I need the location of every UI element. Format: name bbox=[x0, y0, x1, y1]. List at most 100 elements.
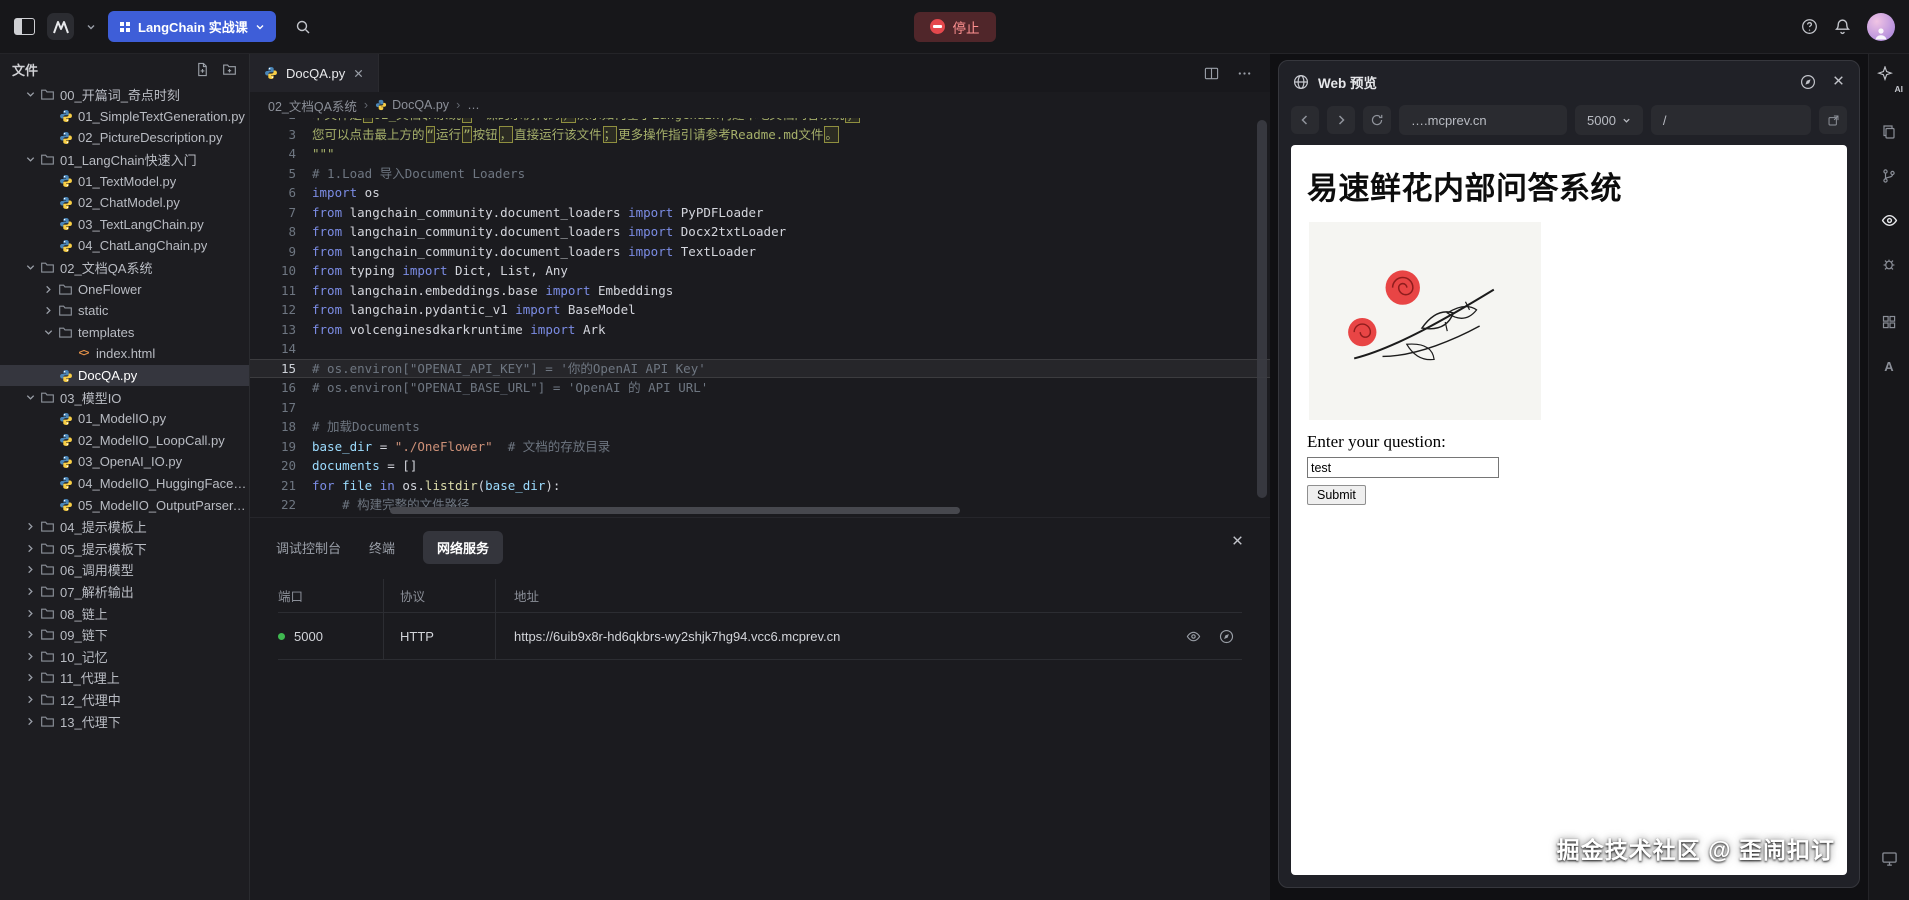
tree-file-03_TextLangChain.py[interactable]: 03_TextLangChain.py bbox=[0, 214, 249, 236]
chevron-right-icon[interactable] bbox=[22, 543, 38, 554]
tree-folder-06_调用模型[interactable]: 06_调用模型 bbox=[0, 559, 249, 581]
back-icon[interactable] bbox=[1291, 106, 1319, 134]
tab-close-icon[interactable] bbox=[353, 68, 364, 79]
tree-file-03_OpenAI_IO.py[interactable]: 03_OpenAI_IO.py bbox=[0, 451, 249, 473]
tree-file-DocQA.py[interactable]: DocQA.py bbox=[0, 365, 249, 387]
tree-file-01_SimpleTextGeneration.py[interactable]: 01_SimpleTextGeneration.py bbox=[0, 106, 249, 128]
search-icon[interactable] bbox=[288, 12, 318, 42]
chevron-right-icon[interactable] bbox=[40, 284, 56, 295]
new-folder-icon[interactable] bbox=[222, 62, 237, 77]
horizontal-scrollbar[interactable] bbox=[390, 507, 960, 514]
sidebar-toggle-icon[interactable] bbox=[14, 18, 35, 35]
tree-folder-03_模型IO[interactable]: 03_模型IO bbox=[0, 386, 249, 408]
tree-file-02_ChatModel.py[interactable]: 02_ChatModel.py bbox=[0, 192, 249, 214]
extensions-grid-icon[interactable] bbox=[1877, 310, 1901, 334]
chevron-right-icon[interactable] bbox=[22, 564, 38, 575]
open-in-browser-icon[interactable] bbox=[1800, 74, 1816, 90]
tab-docqa-py[interactable]: DocQA.py bbox=[250, 54, 379, 92]
tab-terminal[interactable]: 终端 bbox=[369, 538, 395, 557]
breadcrumb-folder[interactable]: 02_文档QA系统 bbox=[268, 96, 357, 115]
code-line-14[interactable]: 14 bbox=[250, 339, 1270, 359]
tree-folder-04_提示模板上[interactable]: 04_提示模板上 bbox=[0, 516, 249, 538]
copy-files-icon[interactable] bbox=[1877, 120, 1901, 144]
terminal-monitor-icon[interactable] bbox=[1877, 846, 1901, 870]
project-badge[interactable]: LangChain 实战课 bbox=[108, 11, 276, 42]
chevron-down-icon[interactable] bbox=[22, 89, 38, 100]
new-file-icon[interactable] bbox=[195, 62, 210, 77]
question-input[interactable] bbox=[1307, 457, 1499, 478]
panel-close-icon[interactable] bbox=[1231, 534, 1244, 547]
chevron-right-icon[interactable] bbox=[22, 694, 38, 705]
chevron-right-icon[interactable] bbox=[22, 521, 38, 532]
code-line-7[interactable]: 7from langchain_community.document_loade… bbox=[250, 203, 1270, 223]
close-icon[interactable] bbox=[1832, 74, 1845, 90]
chevron-right-icon[interactable] bbox=[22, 608, 38, 619]
tree-file-01_TextModel.py[interactable]: 01_TextModel.py bbox=[0, 170, 249, 192]
tab-network-service[interactable]: 网络服务 bbox=[423, 531, 503, 564]
code-line-19[interactable]: 19base_dir = "./OneFlower" # 文档的存放目录 bbox=[250, 437, 1270, 457]
code-line-15[interactable]: 15# os.environ["OPENAI_API_KEY"] = '你的Op… bbox=[250, 359, 1270, 379]
chevron-down-icon[interactable] bbox=[86, 22, 96, 32]
code-line-3[interactable]: 3您可以点击最上方的“运行”按钮，直接运行该文件；更多操作指引请参考Readme… bbox=[250, 125, 1270, 145]
split-editor-icon[interactable] bbox=[1204, 66, 1219, 81]
tree-folder-11_代理上[interactable]: 11_代理上 bbox=[0, 667, 249, 689]
tree-folder-10_记忆[interactable]: 10_记忆 bbox=[0, 645, 249, 667]
breadcrumb-file[interactable]: DocQA.py bbox=[375, 98, 449, 112]
tree-folder-01_LangChain快速入门[interactable]: 01_LangChain快速入门 bbox=[0, 149, 249, 171]
code-line-10[interactable]: 10from typing import Dict, List, Any bbox=[250, 261, 1270, 281]
code-line-4[interactable]: 4""" bbox=[250, 144, 1270, 164]
tree-folder-08_链上[interactable]: 08_链上 bbox=[0, 602, 249, 624]
preview-eye-icon[interactable] bbox=[1186, 629, 1201, 644]
tree-folder-02_文档QA系统[interactable]: 02_文档QA系统 bbox=[0, 257, 249, 279]
tree-folder-static[interactable]: static bbox=[0, 300, 249, 322]
chevron-down-icon[interactable] bbox=[22, 392, 38, 403]
chevron-down-icon[interactable] bbox=[22, 154, 38, 165]
git-branch-icon[interactable] bbox=[1877, 164, 1901, 188]
code-line-16[interactable]: 16# os.environ["OPENAI_BASE_URL"] = 'Ope… bbox=[250, 378, 1270, 398]
chevron-right-icon[interactable] bbox=[22, 629, 38, 640]
tree-folder-12_代理中[interactable]: 12_代理中 bbox=[0, 689, 249, 711]
open-in-browser-icon[interactable] bbox=[1219, 629, 1234, 644]
port-select[interactable]: 5000 bbox=[1575, 105, 1643, 135]
tree-file-05_ModelIO_OutputParser.py[interactable]: 05_ModelIO_OutputParser.py bbox=[0, 494, 249, 516]
tree-folder-09_链下[interactable]: 09_链下 bbox=[0, 624, 249, 646]
open-in-new-icon[interactable] bbox=[1819, 106, 1847, 134]
code-line-13[interactable]: 13from volcenginesdkarkruntime import Ar… bbox=[250, 320, 1270, 340]
vertical-scrollbar[interactable] bbox=[1257, 120, 1267, 498]
bug-debug-icon[interactable] bbox=[1877, 252, 1901, 276]
tree-folder-07_解析输出[interactable]: 07_解析输出 bbox=[0, 581, 249, 603]
network-table-row[interactable]: 5000 HTTP https://6uib9x8r-hd6qkbrs-wy2s… bbox=[278, 613, 1242, 660]
chevron-right-icon[interactable] bbox=[22, 586, 38, 597]
stop-button[interactable]: 停止 bbox=[914, 12, 996, 42]
tree-file-04_ModelIO_HuggingFace.py[interactable]: 04_ModelIO_HuggingFace.py bbox=[0, 473, 249, 495]
tree-file-04_ChatLangChain.py[interactable]: 04_ChatLangChain.py bbox=[0, 235, 249, 257]
tree-file-01_ModelIO.py[interactable]: 01_ModelIO.py bbox=[0, 408, 249, 430]
code-line-5[interactable]: 5# 1.Load 导入Document Loaders bbox=[250, 164, 1270, 184]
tab-debug-console[interactable]: 调试控制台 bbox=[276, 538, 341, 557]
chevron-right-icon[interactable] bbox=[22, 651, 38, 662]
chevron-right-icon[interactable] bbox=[40, 305, 56, 316]
tree-file-index.html[interactable]: <>index.html bbox=[0, 343, 249, 365]
tree-folder-OneFlower[interactable]: OneFlower bbox=[0, 278, 249, 300]
code-line-20[interactable]: 20documents = [] bbox=[250, 456, 1270, 476]
forward-icon[interactable] bbox=[1327, 106, 1355, 134]
tree-file-02_PictureDescription.py[interactable]: 02_PictureDescription.py bbox=[0, 127, 249, 149]
font-icon[interactable]: A bbox=[1877, 354, 1901, 378]
code-line-9[interactable]: 9from langchain_community.document_loade… bbox=[250, 242, 1270, 262]
chevron-right-icon[interactable] bbox=[22, 672, 38, 683]
tree-folder-05_提示模板下[interactable]: 05_提示模板下 bbox=[0, 537, 249, 559]
more-actions-icon[interactable] bbox=[1237, 66, 1252, 81]
code-line-18[interactable]: 18# 加载Documents bbox=[250, 417, 1270, 437]
code-editor[interactable]: 2本文件是“02_文档QA系统”一课的示例代码，演示如何基于LangChain构… bbox=[250, 118, 1270, 518]
host-field[interactable]: ….mcprev.cn bbox=[1399, 105, 1567, 135]
code-line-21[interactable]: 21for file in os.listdir(base_dir): bbox=[250, 476, 1270, 496]
code-line-11[interactable]: 11from langchain.embeddings.base import … bbox=[250, 281, 1270, 301]
tree-folder-13_代理下[interactable]: 13_代理下 bbox=[0, 710, 249, 732]
chevron-right-icon[interactable] bbox=[22, 716, 38, 727]
tree-folder-00_开篇词_奇点时刻[interactable]: 00_开篇词_奇点时刻 bbox=[0, 84, 249, 106]
code-line-8[interactable]: 8from langchain_community.document_loade… bbox=[250, 222, 1270, 242]
refresh-icon[interactable] bbox=[1363, 106, 1391, 134]
code-line-17[interactable]: 17 bbox=[250, 398, 1270, 418]
avatar[interactable] bbox=[1867, 13, 1895, 41]
ai-assistant-icon[interactable]: AI bbox=[1877, 66, 1901, 92]
